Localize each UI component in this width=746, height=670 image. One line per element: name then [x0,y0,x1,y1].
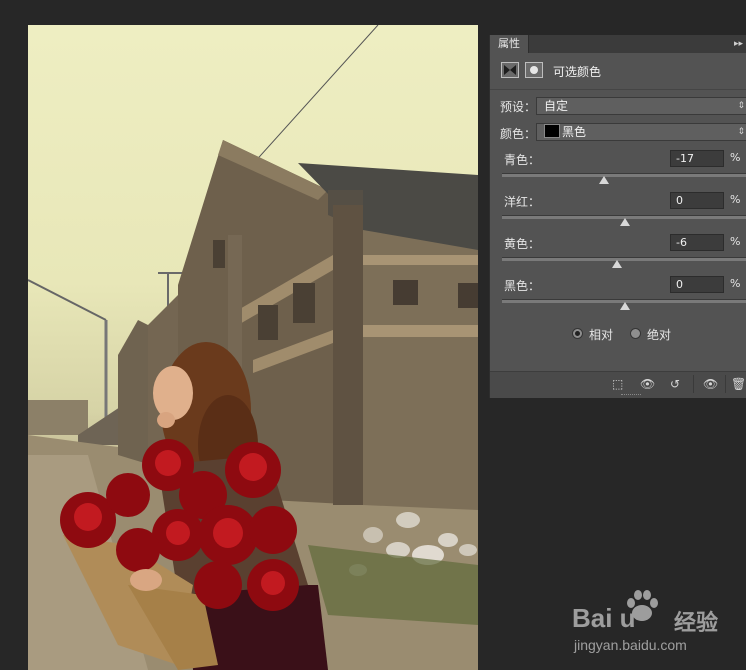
tab-properties[interactable]: 属性 [490,35,529,53]
footer-separator [693,375,694,393]
black-slider-thumb[interactable] [619,302,630,310]
panel-menu-icon[interactable]: ▸▸ [734,35,743,53]
colors-value: 黑色 [562,125,587,139]
properties-panel: 属性 ▸▸ 可选颜色 预设： 自定 ⇕ 颜色： 黑色 ⇕ 青色： -17 % 洋… [489,35,746,398]
black-value-input[interactable]: 0 [670,276,724,293]
selective-color-adjustment-icon[interactable] [501,62,519,78]
absolute-label[interactable]: 绝对 [647,326,671,343]
panel-titlebar: 属性 ▸▸ [490,35,746,53]
magenta-value-input[interactable]: 0 [670,192,724,209]
yellow-slider-track[interactable] [502,257,746,261]
toggle-visibility-icon[interactable]: 👁 [703,376,718,392]
dropdown-arrow-icon: ⇕ [737,101,745,111]
absolute-radio[interactable] [630,328,641,339]
cyan-label: 青色： [504,153,541,167]
color-swatch [544,124,560,138]
magenta-label: 洋红： [504,195,541,209]
reset-icon[interactable]: ↺ [670,376,680,392]
black-label: 黑色： [504,279,541,293]
black-percent-sign: % [730,277,741,290]
yellow-value-input[interactable]: -6 [670,234,724,251]
cyan-value-input[interactable]: -17 [670,150,724,167]
photo [28,25,478,670]
cyan-slider-track[interactable] [502,173,746,177]
colors-label: 颜色： [500,127,537,141]
preset-dropdown[interactable]: 自定 ⇕ [536,97,746,115]
footer-separator [725,375,726,393]
relative-label[interactable]: 相对 [589,326,613,343]
image-canvas[interactable] [28,25,478,670]
adjustment-glyph-icon [504,65,516,75]
watermark-url: jingyan.baidu.com [574,637,687,653]
adjustment-title: 可选颜色 [553,65,602,79]
baidu-jingyan-watermark: Bai u 经验 jingyan.baidu.com [566,585,746,665]
watermark-brand: Bai u [572,603,636,633]
preset-label: 预设： [500,100,537,114]
cyan-percent-sign: % [730,151,741,164]
watermark-brand-cn: 经验 [674,611,719,636]
clip-to-layer-icon[interactable]: ⬚ [612,376,623,392]
yellow-percent-sign: % [730,235,741,248]
dropdown-arrow-icon: ⇕ [737,127,745,137]
relative-radio[interactable] [572,328,583,339]
resize-grip[interactable] [621,394,641,397]
yellow-slider-thumb[interactable] [612,260,623,268]
magenta-slider-thumb[interactable] [619,218,630,226]
magenta-percent-sign: % [730,193,741,206]
divider [490,89,746,90]
layer-mask-icon[interactable] [525,62,543,78]
preset-value: 自定 [544,99,569,113]
cyan-slider-thumb[interactable] [598,176,609,184]
yellow-label: 黄色： [504,237,541,251]
delete-icon[interactable]: 🗑 [731,376,746,392]
colors-dropdown[interactable]: 黑色 ⇕ [536,123,746,141]
panel-footer: ⬚ 👁 ↺ 👁 🗑 [490,371,746,398]
view-previous-state-icon[interactable]: 👁 [640,376,655,392]
